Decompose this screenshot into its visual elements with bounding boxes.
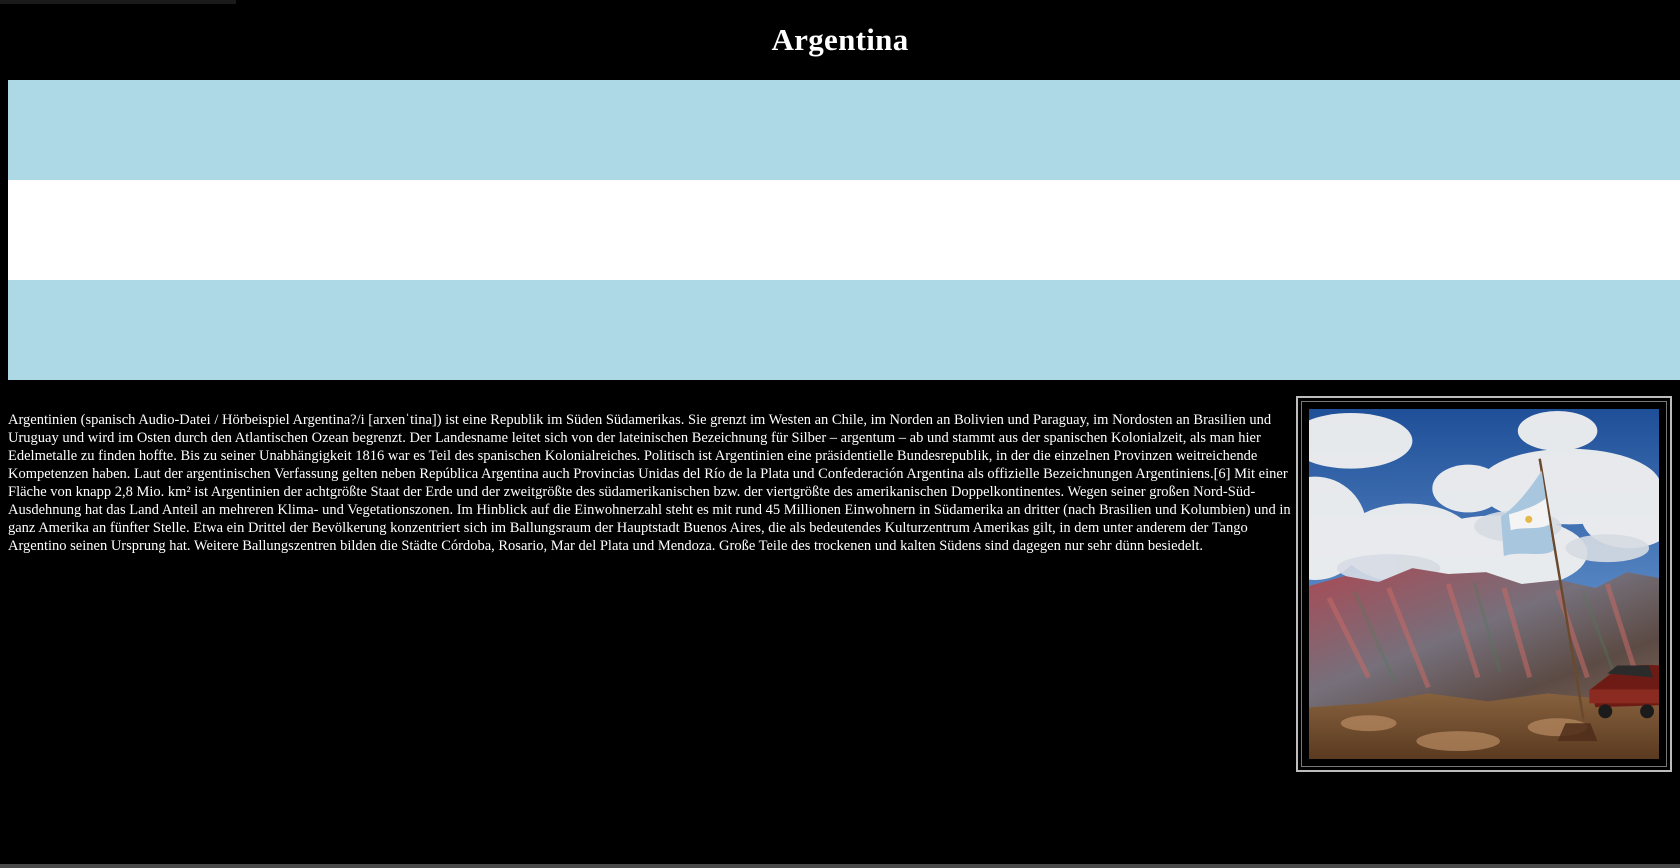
flag-stripe-bottom bbox=[8, 280, 1680, 380]
argentina-flag bbox=[8, 80, 1680, 380]
bottom-edge-bar bbox=[0, 864, 1680, 868]
top-edge-bar bbox=[0, 0, 236, 4]
argentina-photo-frame bbox=[1296, 396, 1672, 772]
flag-stripe-top bbox=[8, 80, 1680, 180]
flag-stripe-middle bbox=[8, 180, 1680, 280]
page-title: Argentina bbox=[771, 22, 909, 57]
argentina-landscape-photo bbox=[1309, 409, 1659, 759]
intro-paragraph: Argentinien (spanisch Audio-Datei / Hörb… bbox=[8, 411, 1291, 554]
